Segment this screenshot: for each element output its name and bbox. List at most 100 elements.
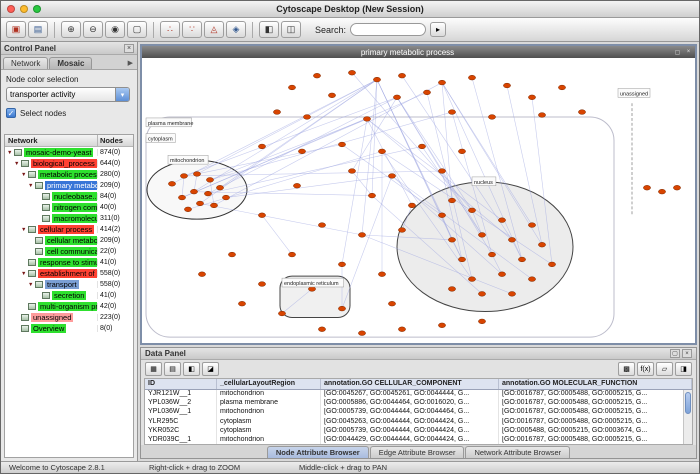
network-node[interactable] (508, 292, 515, 297)
network-tree-row[interactable]: multi-organism pro...42(0) (5, 301, 133, 312)
zoom-window-button[interactable] (33, 5, 41, 13)
network-node[interactable] (190, 189, 197, 194)
network-tree-label[interactable]: Overview (31, 324, 66, 333)
network-node[interactable] (538, 242, 545, 247)
network-node[interactable] (528, 277, 535, 282)
network-node[interactable] (438, 169, 445, 174)
network-node[interactable] (288, 252, 295, 257)
expand-arrow-icon[interactable]: ▼ (7, 150, 14, 156)
network-node[interactable] (438, 213, 445, 218)
network-tree-row[interactable]: response to stimul...41(0) (5, 257, 133, 268)
network-tree-label[interactable]: metabolic process (38, 170, 97, 179)
network-node[interactable] (468, 75, 475, 80)
network-node[interactable] (228, 252, 235, 257)
network-tree-label[interactable]: mosaic-demo-yeast (24, 148, 93, 157)
network-tree-label[interactable]: biological_process (31, 159, 97, 168)
network-node[interactable] (222, 195, 229, 200)
network-node[interactable] (423, 90, 430, 95)
network-node[interactable] (578, 110, 585, 115)
network-node[interactable] (308, 287, 315, 292)
network-node[interactable] (193, 172, 200, 177)
network-tree-row[interactable]: cell communica...22(0) (5, 246, 133, 257)
network-node[interactable] (168, 181, 175, 186)
network-tree-row[interactable]: ▼transport558(0) (5, 279, 133, 290)
column-header[interactable]: annotation.GO MOLECULAR_FUNCTION (499, 379, 692, 389)
tab-node-attribute-browser[interactable]: Node Attribute Browser (267, 446, 369, 458)
create-network-view-icon[interactable]: ∵ (182, 21, 202, 38)
network-node[interactable] (338, 142, 345, 147)
network-tree-row[interactable]: macromolecule...311(0) (5, 213, 133, 224)
tab-edge-attribute-browser[interactable]: Edge Attribute Browser (370, 446, 465, 458)
network-node[interactable] (348, 169, 355, 174)
network-node[interactable] (258, 282, 265, 287)
zoom-selected-icon[interactable]: ◉ (105, 21, 125, 38)
float-view-icon[interactable]: ▢ (673, 49, 682, 56)
network-node[interactable] (503, 83, 510, 88)
network-tree-row[interactable]: ▼establishment of lo...558(0) (5, 268, 133, 279)
float-panel-icon[interactable]: ▢ (670, 349, 680, 358)
network-node[interactable] (398, 228, 405, 233)
network-node[interactable] (393, 95, 400, 100)
network-node[interactable] (498, 272, 505, 277)
network-tree-row[interactable]: nucleobase...84(0) (5, 191, 133, 202)
network-tree-label[interactable]: establishment of lo... (38, 269, 97, 278)
minimize-window-button[interactable] (20, 5, 28, 13)
network-tree-label[interactable]: primary metabo... (45, 181, 97, 190)
network-node[interactable] (216, 185, 223, 190)
open-session-icon[interactable]: ▤ (28, 21, 48, 38)
clear-attribute-icon[interactable]: ◪ (202, 362, 219, 376)
zoom-fit-icon[interactable]: ▢ (127, 21, 147, 38)
network-node[interactable] (448, 198, 455, 203)
network-tree-label[interactable]: macromolecule... (52, 214, 97, 223)
network-tree-label[interactable]: response to stimul... (38, 258, 97, 267)
network-node[interactable] (196, 201, 203, 206)
table-row[interactable]: YKR052Ccytoplasm[GO:0005739, GO:0044444,… (145, 427, 692, 436)
network-node[interactable] (293, 183, 300, 188)
scrollbar-thumb[interactable] (685, 392, 691, 414)
network-tree-label[interactable]: unassigned (31, 313, 73, 322)
network-node[interactable] (658, 189, 665, 194)
network-node[interactable] (378, 149, 385, 154)
network-tree-row[interactable]: ▼metabolic process280(0) (5, 169, 133, 180)
network-node[interactable] (488, 252, 495, 257)
network-node[interactable] (478, 319, 485, 324)
tab-scroll-right-icon[interactable]: ▶ (128, 59, 135, 69)
network-node[interactable] (278, 311, 285, 316)
expand-arrow-icon[interactable]: ▼ (28, 183, 35, 189)
column-header[interactable]: annotation.GO CELLULAR_COMPONENT (321, 379, 499, 389)
select-nodes-checkbox[interactable]: ✓ (6, 108, 16, 118)
network-tree-label[interactable]: nitrogen compo... (52, 203, 97, 212)
zoom-out-icon[interactable]: ⊖ (83, 21, 103, 38)
network-node[interactable] (418, 144, 425, 149)
network-node[interactable] (298, 149, 305, 154)
network-node[interactable] (184, 207, 191, 212)
network-node[interactable] (448, 287, 455, 292)
search-options-button[interactable]: ▸ (430, 22, 446, 37)
tree-header-nodes[interactable]: Nodes (97, 135, 133, 146)
network-node[interactable] (388, 174, 395, 179)
close-panel-icon[interactable]: × (124, 44, 134, 53)
network-tree-row[interactable]: ▼mosaic-demo-yeast874(0) (5, 147, 133, 158)
network-node[interactable] (458, 257, 465, 262)
new-network-from-selection-icon[interactable]: ◬ (204, 21, 224, 38)
network-node[interactable] (398, 73, 405, 78)
create-attribute-icon[interactable]: ▤ (164, 362, 181, 376)
network-node[interactable] (363, 117, 370, 122)
network-node[interactable] (488, 115, 495, 120)
network-node[interactable] (288, 85, 295, 90)
network-node[interactable] (258, 213, 265, 218)
network-tree-row[interactable]: ▼primary metabo...209(0) (5, 180, 133, 191)
save-session-icon[interactable]: ▣ (6, 21, 26, 38)
network-node[interactable] (338, 262, 345, 267)
network-node[interactable] (498, 218, 505, 223)
network-node[interactable] (378, 272, 385, 277)
network-tree-label[interactable]: nucleobase... (52, 192, 97, 201)
network-node[interactable] (548, 262, 555, 267)
network-node[interactable] (438, 80, 445, 85)
tab-mosaic[interactable]: Mosaic (49, 57, 92, 69)
network-tree-label[interactable]: multi-organism pro... (38, 302, 97, 311)
expand-arrow-icon[interactable]: ▼ (21, 227, 28, 233)
close-view-icon[interactable]: × (684, 49, 693, 55)
vertical-scrollbar[interactable] (683, 390, 692, 444)
show-all-edges-icon[interactable]: ∴ (160, 21, 180, 38)
